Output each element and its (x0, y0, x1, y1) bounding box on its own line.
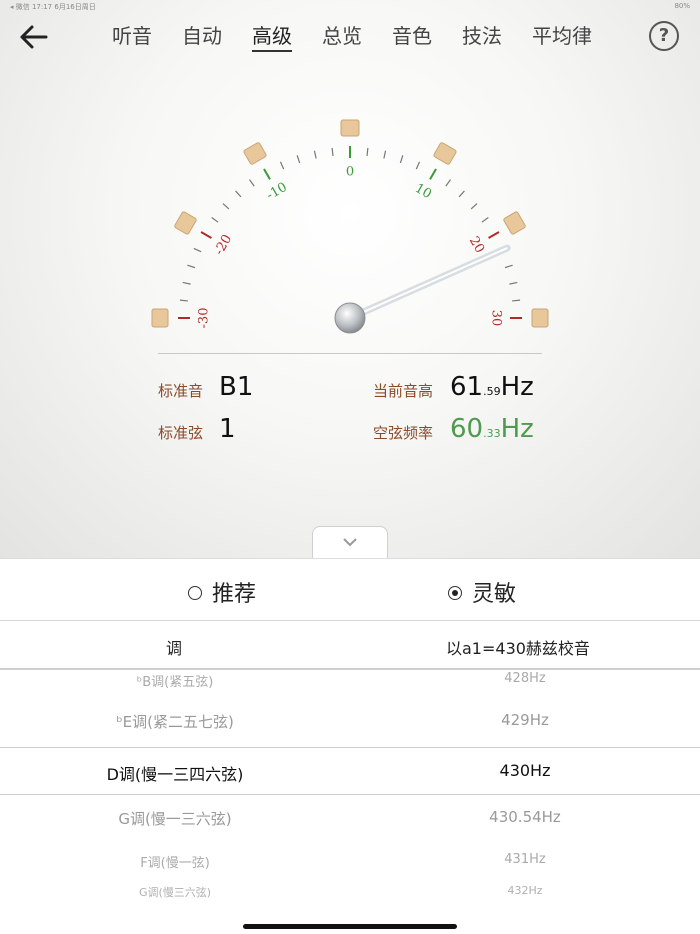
tuning-peg (531, 308, 549, 328)
gauge-tick (222, 203, 230, 210)
gauge-tick (296, 155, 301, 164)
list-item-selected[interactable]: D调(慢一三四六弦) 430Hz (0, 747, 700, 795)
gauge-major-tick (263, 168, 271, 180)
gauge-tick (458, 190, 465, 198)
gauge-tick (504, 264, 513, 269)
gauge-tick (187, 264, 196, 269)
list-item[interactable]: ᵇE调(紧二五七弦) 429Hz (0, 711, 700, 733)
gauge-tick (179, 299, 188, 302)
col-freq-header: 以a1=430赫兹校音 (446, 639, 590, 658)
list-item[interactable]: F调(慢一弦) 431Hz (0, 852, 700, 871)
tuning-gauge: -30 -20 -10 0 10 20 30 (151, 119, 549, 334)
gauge-tick (445, 179, 451, 187)
divider (158, 353, 542, 354)
std-string-value: 1 (219, 414, 236, 444)
tuning-peg (433, 142, 457, 165)
expand-button[interactable] (312, 526, 388, 559)
current-pitch-label: 当前音高 (373, 382, 434, 400)
tuning-peg (174, 211, 197, 235)
needle-hub (334, 302, 366, 334)
gauge-tick (313, 150, 317, 159)
std-note-value: B1 (219, 372, 254, 402)
mode-recommended-label: 推荐 (212, 582, 257, 607)
list-item[interactable]: G调(慢三六弦) 432Hz (0, 884, 700, 900)
open-string-freq-value: 60.33Hz (450, 414, 534, 444)
needle-highlight (349, 247, 508, 319)
gauge-label: -30 (197, 308, 212, 329)
mode-recommended[interactable]: 推荐 (188, 576, 256, 608)
gauge-tick (249, 179, 255, 187)
gauge-tick (366, 147, 369, 156)
tuner-panel: ◂ 微信 17:17 6月16日周日 80% 听音 自动 高级 总览 音色 技法… (0, 0, 700, 559)
col-key-header: 调 (166, 639, 183, 658)
tuning-peg (151, 308, 169, 328)
gauge-label: 10 (412, 181, 434, 202)
gauge-label: 0 (346, 165, 354, 180)
gauge-tick (481, 217, 489, 223)
list-item[interactable]: ᵇB调(紧五弦) 428Hz (0, 671, 700, 691)
gauge-major-tick (488, 231, 500, 239)
list-item[interactable]: G调(慢一三六弦) 430.54Hz (0, 808, 700, 830)
tuning-peg (503, 211, 526, 235)
gauge-tick (415, 161, 421, 170)
table-header: 调 以a1=430赫兹校音 (0, 620, 700, 670)
gauge-label: -10 (264, 180, 290, 203)
gauge-tick (193, 247, 202, 253)
radio-recommended[interactable] (188, 586, 202, 600)
open-string-freq-label: 空弦频率 (373, 424, 434, 442)
home-indicator (243, 924, 457, 929)
radio-sensitive[interactable] (448, 586, 462, 600)
std-note-label: 标准音 (158, 382, 204, 400)
sensitivity-modes: 推荐 灵敏 (0, 558, 700, 621)
gauge-tick (211, 217, 219, 223)
mode-sensitive-label: 灵敏 (472, 582, 517, 607)
gauge-label: 30 (489, 310, 504, 327)
gauge-tick (383, 150, 387, 159)
gauge-tick (331, 147, 334, 156)
tuning-peg (340, 119, 360, 137)
std-string-label: 标准弦 (158, 424, 204, 442)
gauge-label: 20 (466, 234, 487, 256)
gauge-tick (235, 190, 242, 198)
gauge-major-tick (429, 168, 437, 180)
gauge-major-tick (200, 231, 212, 239)
gauge-tick (279, 161, 285, 170)
gauge-tick (509, 281, 518, 285)
gauge-label: -20 (212, 232, 235, 258)
gauge-tick (512, 299, 521, 302)
tuning-peg (243, 142, 267, 165)
gauge-tick (182, 281, 191, 285)
chevron-down-icon (343, 538, 357, 547)
mode-sensitive[interactable]: 灵敏 (448, 576, 516, 608)
gauge-tick (470, 203, 478, 210)
gauge-tick (399, 155, 404, 164)
current-pitch-value: 61.59Hz (450, 372, 534, 402)
